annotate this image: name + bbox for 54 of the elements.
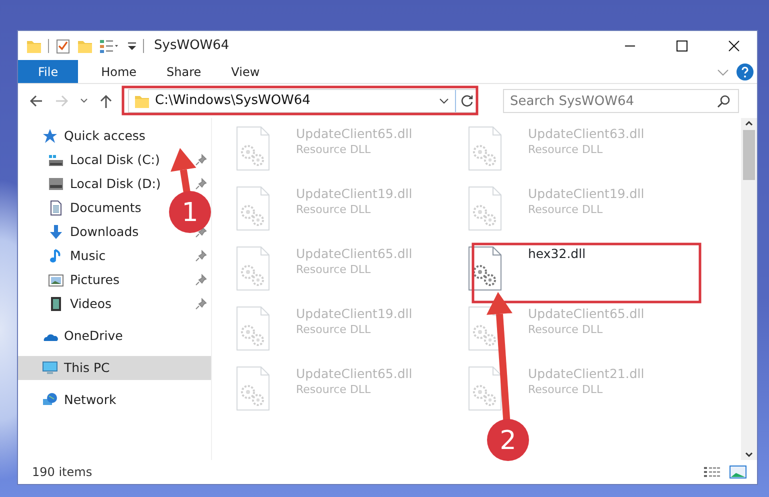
scroll-down-icon: [744, 450, 754, 460]
address-bar[interactable]: C:\Windows\SysWOW64: [128, 89, 478, 113]
window-title: SysWOW64: [154, 36, 230, 55]
gears-file-icon: [236, 366, 270, 412]
monitor-icon: [42, 360, 58, 376]
properties-icon[interactable]: [55, 38, 71, 54]
details-view-icon[interactable]: [703, 465, 721, 479]
document-icon: [48, 200, 64, 216]
drive-icon: [48, 152, 64, 168]
search-field[interactable]: Search SysWOW64: [503, 89, 739, 113]
sidebar-item[interactable]: OneDrive: [18, 324, 127, 348]
gears-file-icon: [236, 246, 270, 292]
scroll-up-icon: [744, 118, 754, 128]
download-arrow-icon: [48, 224, 64, 240]
view-menu-icon[interactable]: [99, 38, 121, 54]
search-icon: [717, 94, 731, 108]
back-arrow-icon: [28, 93, 44, 109]
picture-icon: [48, 272, 64, 288]
step-marker: 1: [169, 191, 211, 233]
ribbon-tab[interactable]: File: [18, 60, 78, 83]
maximize-icon: [676, 40, 688, 52]
gears-file-icon: [468, 126, 502, 172]
forward-arrow-icon: [54, 93, 70, 109]
scrollbar[interactable]: [741, 118, 757, 460]
sidebar-item[interactable]: Videos: [18, 292, 211, 316]
large-icons-view-icon[interactable]: [729, 465, 747, 479]
sidebar-item[interactable]: Pictures: [18, 268, 211, 292]
help-icon[interactable]: [736, 62, 754, 80]
star-icon: [42, 128, 58, 144]
ribbon-tab[interactable]: View: [216, 60, 275, 83]
sidebar-item[interactable]: Quick access: [18, 124, 150, 148]
ribbon-tab[interactable]: Share: [152, 60, 216, 83]
film-icon: [48, 296, 64, 312]
gears-file-icon: [236, 126, 270, 172]
gears-file-icon: [468, 366, 502, 412]
close-icon: [728, 40, 740, 52]
sidebar-item[interactable]: Music: [18, 244, 211, 268]
refresh-icon[interactable]: [460, 94, 474, 108]
ribbon-tab[interactable]: Home: [86, 60, 152, 83]
item-count: 190 items: [32, 464, 92, 481]
drive-icon: [48, 176, 64, 192]
gears-file-icon: [236, 306, 270, 352]
gears-file-icon: [468, 186, 502, 232]
folder-icon: [134, 93, 150, 109]
gears-file-icon: [236, 186, 270, 232]
sidebar-item[interactable]: Documents: [18, 196, 146, 220]
step-marker: 2: [487, 419, 529, 461]
sidebar-item[interactable]: Network: [18, 388, 120, 412]
network-icon: [42, 392, 58, 408]
scroll-thumb[interactable]: [743, 130, 755, 180]
file-item[interactable]: hex32.dll: [466, 244, 698, 294]
gears-file-icon: [468, 246, 502, 292]
up-arrow-icon: [98, 93, 114, 109]
sidebar-item[interactable]: This PC: [18, 356, 211, 380]
